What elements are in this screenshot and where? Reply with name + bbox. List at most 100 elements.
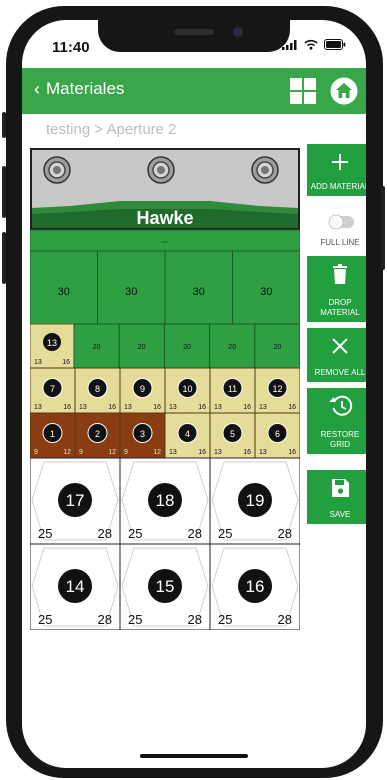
breadcrumb: testing > Aperture 2: [46, 121, 177, 138]
trash-icon: [333, 264, 347, 284]
badge-number: 8: [95, 384, 100, 394]
size-right: 16: [62, 359, 70, 366]
battery-icon: [324, 39, 346, 50]
slot-20-label: 20: [93, 344, 101, 351]
remove-all-button[interactable]: REMOVE ALL: [307, 328, 366, 382]
size-right: 28: [278, 526, 292, 541]
badge-number: 6: [275, 429, 280, 439]
save-label: SAVE: [329, 510, 351, 519]
size-left: 25: [38, 526, 52, 541]
slot-20-label: 20: [138, 344, 146, 351]
slot-30-label: 30: [58, 286, 70, 298]
badge-number: 3: [140, 429, 145, 439]
size-right: 12: [153, 449, 161, 456]
slot-30-label: 30: [125, 286, 137, 298]
size-left: 9: [79, 449, 83, 456]
size-right: 28: [98, 612, 112, 627]
size-right: 28: [98, 526, 112, 541]
app-bar: ‹ Materiales: [22, 68, 366, 114]
status-time: 11:40: [52, 39, 90, 56]
slot-30-label: 30: [193, 286, 205, 298]
bolt-center-icon: [261, 166, 269, 174]
size-left: 13: [214, 449, 222, 456]
size-left: 25: [128, 612, 142, 627]
notch: [98, 20, 290, 52]
status-bar: 11:40: [22, 20, 366, 68]
badge-number: 15: [156, 577, 175, 596]
badge-number: 7: [50, 384, 55, 394]
badge-number: 14: [66, 577, 85, 596]
badge-number: 10: [182, 384, 192, 394]
badge-number: 5: [230, 429, 235, 439]
full-line-label: FULL LINE: [320, 238, 360, 247]
size-right: 16: [108, 404, 116, 411]
badge-number: 1: [50, 429, 55, 439]
bolt-center-icon: [53, 166, 61, 174]
size-right: 16: [288, 449, 296, 456]
size-right: 16: [243, 449, 251, 456]
strip-label: FR46: [161, 240, 169, 244]
camera-icon: [233, 27, 243, 37]
badge-number: 17: [66, 491, 85, 510]
volume-up-button: [2, 166, 6, 218]
badge-number: 13: [47, 338, 57, 348]
size-left: 13: [124, 404, 132, 411]
badge-number: 19: [246, 491, 265, 510]
close-icon: [332, 338, 348, 354]
size-left: 13: [259, 449, 267, 456]
size-left: 25: [218, 526, 232, 541]
remove-all-label: REMOVE ALL: [314, 368, 366, 377]
drop-material-label-2: MATERIAL: [320, 308, 360, 317]
drop-material-label-1: DROP: [328, 298, 352, 307]
size-right: 28: [188, 612, 202, 627]
mute-switch: [2, 112, 6, 138]
bolt-center-icon: [157, 166, 165, 174]
size-left: 9: [124, 449, 128, 456]
home-indicator: [140, 754, 248, 758]
drop-material-button[interactable]: DROP MATERIAL: [307, 256, 366, 322]
size-right: 12: [63, 449, 71, 456]
size-left: 25: [128, 526, 142, 541]
toggle-switch-icon: [328, 214, 354, 230]
size-right: 16: [63, 404, 71, 411]
full-line-toggle[interactable]: FULL LINE: [307, 202, 366, 250]
badge-number: 2: [95, 429, 100, 439]
size-right: 16: [288, 404, 296, 411]
signal-icon: [282, 39, 297, 50]
add-material-label: ADD MATERIAL: [310, 182, 366, 191]
restore-grid-label-2: GRID: [330, 440, 350, 449]
size-left: 13: [79, 404, 87, 411]
slot-30-label: 30: [260, 286, 272, 298]
app-bar-actions: [290, 77, 358, 105]
size-right: 16: [198, 449, 206, 456]
size-left: 13: [34, 404, 42, 411]
restore-grid-label-1: RESTORE: [320, 430, 360, 439]
size-left: 13: [169, 449, 177, 456]
plus-icon: [332, 154, 348, 170]
badge-number: 16: [246, 577, 265, 596]
badge-number: 4: [185, 429, 190, 439]
badge-number: 11: [228, 384, 237, 394]
status-icons: [282, 39, 346, 50]
volume-down-button: [2, 232, 6, 284]
back-button[interactable]: ‹ Materiales: [34, 79, 124, 99]
size-right: 16: [198, 404, 206, 411]
home-icon[interactable]: [330, 77, 358, 105]
history-icon: [329, 395, 353, 416]
size-right: 16: [243, 404, 251, 411]
back-label: Materiales: [46, 79, 125, 98]
restore-grid-button[interactable]: RESTORE GRID: [307, 388, 366, 454]
brand-label: Hawke: [136, 208, 193, 228]
size-left: 25: [218, 612, 232, 627]
badge-number: 18: [156, 491, 175, 510]
size-left: 13: [214, 404, 222, 411]
grid-icon[interactable]: [290, 78, 316, 104]
aperture-grid[interactable]: HawkeFR4630 30 30 301313 1620 20 20 20 20713 1681…: [30, 148, 300, 630]
size-left: 13: [169, 404, 177, 411]
size-left: 13: [34, 359, 42, 366]
size-right: 28: [278, 612, 292, 627]
screen: 11:40 ‹ Materiales testing > Aperture 2 …: [22, 20, 366, 768]
chevron-left-icon: ‹: [34, 79, 40, 99]
add-material-button[interactable]: ADD MATERIAL: [307, 144, 366, 196]
save-button[interactable]: SAVE: [307, 470, 366, 524]
